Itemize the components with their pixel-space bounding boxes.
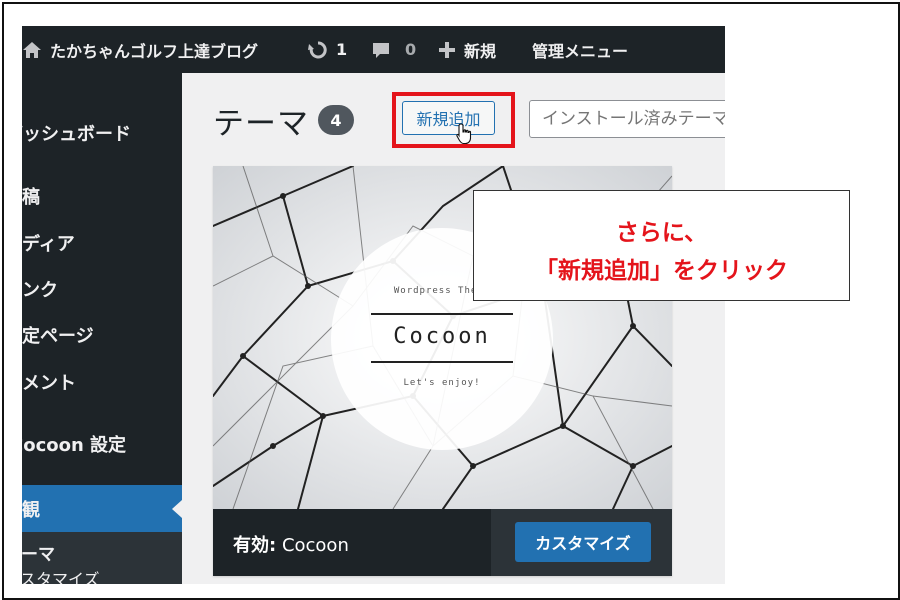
- theme-footer: 有効: Cocoon カスタマイズ: [213, 509, 672, 576]
- instruction-callout: さらに、 「新規追加」をクリック: [473, 190, 850, 301]
- admin-sidebar: ダッシュボード 投稿 メディア リンク 固定ページ コメント Cocoon 設定…: [22, 73, 182, 584]
- sidebar-item-label: リンク: [22, 280, 58, 301]
- plus-icon[interactable]: [438, 26, 456, 73]
- logo-divider: [371, 361, 513, 363]
- logo-tagline-bottom: Let's enjoy!: [403, 378, 481, 388]
- page-title: テーマ: [213, 106, 309, 142]
- admin-bar: たかちゃんゴルフ上達ブログ 1 0 新規 管理メニュー: [22, 26, 725, 73]
- screenshot-frame: たかちゃんゴルフ上達ブログ 1 0 新規 管理メニュー ダッシュボード 投稿: [2, 2, 900, 600]
- submenu-item-customize[interactable]: カスタマイズ: [22, 566, 100, 584]
- customize-button[interactable]: カスタマイズ: [515, 522, 651, 562]
- sidebar-item-label: 固定ページ: [22, 326, 94, 347]
- logo-name: Cocoon: [393, 324, 491, 349]
- sidebar-item-label: コメント: [22, 373, 76, 394]
- admin-menu-link[interactable]: 管理メニュー: [532, 26, 628, 73]
- wp-admin-screen: たかちゃんゴルフ上達ブログ 1 0 新規 管理メニュー ダッシュボード 投稿: [22, 26, 725, 584]
- site-name-link[interactable]: たかちゃんゴルフ上達ブログ: [50, 26, 258, 73]
- sidebar-item-links[interactable]: リンク: [22, 269, 182, 309]
- appearance-submenu: テーマ カスタマイズ: [22, 532, 182, 584]
- sidebar-item-label: 投稿: [22, 187, 40, 208]
- add-new-button[interactable]: 新規追加: [402, 101, 495, 135]
- sidebar-item-posts[interactable]: 投稿: [22, 176, 182, 216]
- sidebar-item-label: 外観: [22, 499, 40, 521]
- theme-count-badge: 4: [318, 105, 354, 135]
- sidebar-item-cocoon-settings[interactable]: Cocoon 設定: [22, 424, 182, 464]
- active-menu-arrow: [172, 499, 182, 518]
- home-icon[interactable]: [22, 26, 42, 73]
- logo-divider: [371, 313, 513, 315]
- sidebar-item-pages[interactable]: 固定ページ: [22, 315, 182, 355]
- new-content-link[interactable]: 新規: [464, 26, 496, 73]
- callout-line-2: 「新規追加」をクリック: [535, 258, 788, 284]
- sidebar-item-dashboard[interactable]: ダッシュボード: [22, 113, 182, 153]
- sidebar-item-media[interactable]: メディア: [22, 223, 182, 263]
- sidebar-item-label: Cocoon 設定: [22, 435, 127, 456]
- sidebar-item-label: メディア: [22, 234, 75, 255]
- updates-icon[interactable]: [308, 26, 328, 73]
- active-theme-name: 有効: Cocoon: [233, 531, 349, 557]
- comments-icon[interactable]: [371, 26, 391, 73]
- theme-name-label: Cocoon: [281, 535, 349, 556]
- sidebar-item-label: ダッシュボード: [22, 124, 131, 145]
- submenu-item-themes[interactable]: テーマ: [22, 540, 55, 565]
- active-label: 有効:: [233, 535, 277, 556]
- updates-count[interactable]: 1: [336, 26, 347, 73]
- comments-count[interactable]: 0: [405, 26, 416, 73]
- sidebar-item-appearance[interactable]: 外観: [22, 485, 182, 532]
- hand-cursor-icon: [456, 123, 474, 149]
- theme-search-input[interactable]: [529, 100, 725, 138]
- sidebar-item-comments[interactable]: コメント: [22, 362, 182, 402]
- callout-line-1: さらに、: [615, 220, 708, 246]
